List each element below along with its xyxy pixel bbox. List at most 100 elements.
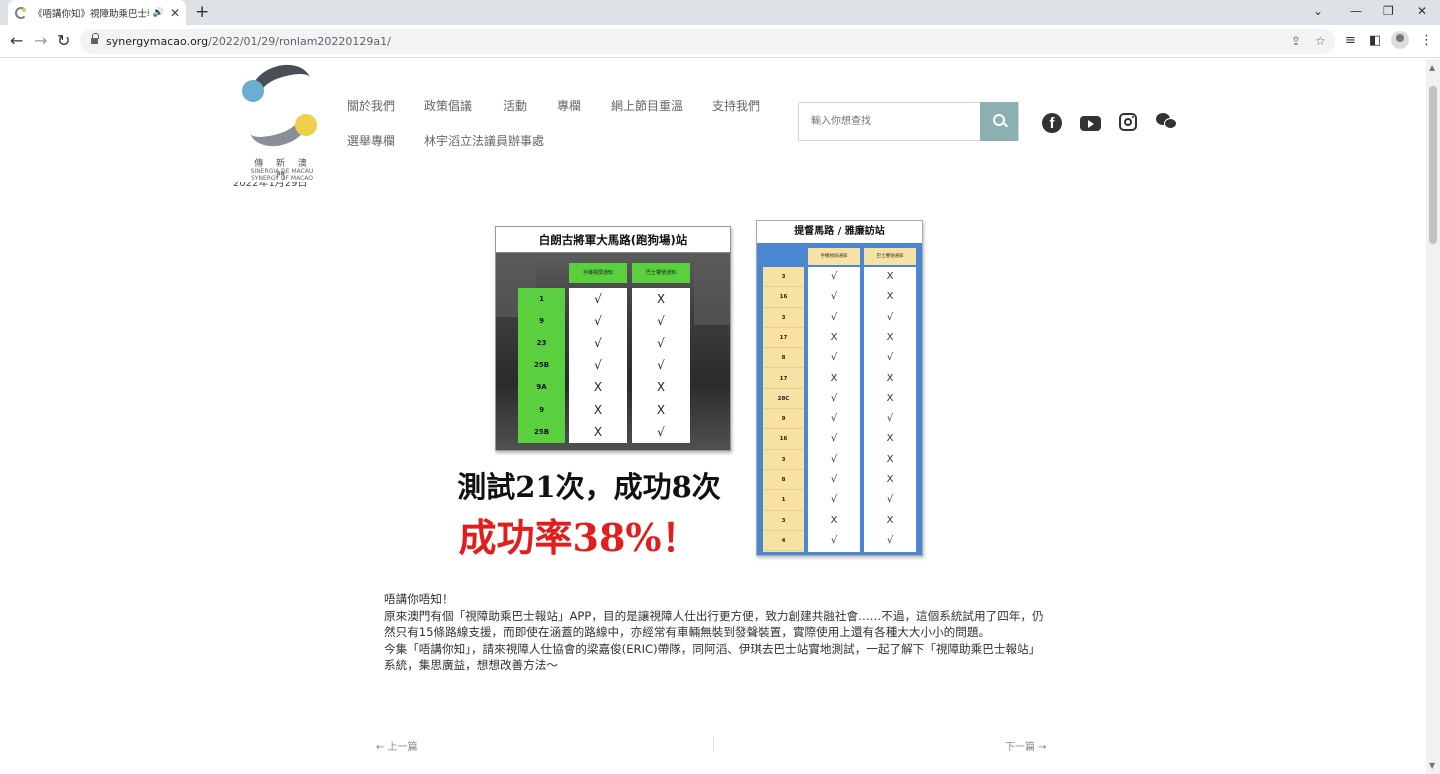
scroll-up-icon[interactable]: ▲ [1429,63,1435,72]
panel2-result-cell: X [830,372,838,384]
panel2-route-cell: 16 [763,429,804,450]
back-icon[interactable]: ← [10,32,23,50]
panel2-route-cell: 17 [763,369,804,389]
panel1-app-results: √ √ √ √ X X X [569,288,627,443]
post-nav-divider [713,736,714,752]
menu-election[interactable]: 選舉專欄 [347,132,395,149]
close-tab-icon[interactable]: ✕ [170,6,180,20]
panel1-result-cell: √ [657,424,665,439]
panel2-result-cell: √ [830,474,838,485]
panel2-result-cell: √ [886,413,894,425]
page-scrollbar[interactable]: ▲ ▼ [1426,59,1440,774]
lock-icon[interactable] [91,33,99,45]
panel2-route-cell: 3 [763,511,804,531]
tab-title: 《唔講你知》視障助乘巴士報 [33,8,149,20]
panel1-result-cell: √ [594,336,602,351]
panel2-result-cell: X [886,433,894,445]
next-post-link[interactable]: 下一篇 → [1005,738,1047,753]
toolbar: ← → ↻ synergymacao.org/2022/01/29/ronlam… [0,25,1440,58]
tab-search-chevron-icon[interactable]: ⌄ [1313,4,1323,18]
browser-tab[interactable]: 《唔講你知》視障助乘巴士報 🔊 ✕ [8,0,186,25]
panel1-route-cell: 25B [533,361,550,370]
menu-about[interactable]: 關於我們 [347,97,395,114]
panel2-result-cell: X [886,514,894,526]
panel2-routes: 3 16 3 17 8 17 28C 9 16 3 8 1 3 4 [763,267,804,552]
profile-avatar[interactable] [1391,31,1409,49]
url-text[interactable]: synergymacao.org/2022/01/29/ronlam202201… [106,35,391,48]
test-count-text: 測試21次，成功8次 [457,470,721,504]
panel2-result-cell: √ [886,311,894,323]
panel1-result-cell: √ [657,336,665,351]
menu-kebab-icon[interactable]: ⋮ [1420,33,1433,48]
search-input[interactable] [799,103,981,140]
restore-icon[interactable]: ❐ [1383,4,1394,18]
panel2-route-cell: 8 [763,348,804,369]
site-logo[interactable]: 傳 新 澳 門 SINERGIA DE MACAU SYNERGY OF MAC… [240,59,320,184]
scroll-down-icon[interactable]: ▼ [1429,761,1435,770]
menu-policy[interactable]: 政策倡議 [424,97,472,114]
share-icon[interactable]: ⇪ [1291,34,1301,48]
panel1-route-cell: 1 [539,295,544,303]
menu-columns[interactable]: 專欄 [557,97,581,114]
panel1-result-cell: X [593,424,603,439]
panel2-route-cell: 3 [763,267,804,288]
panel2-route-cell: 16 [763,287,804,308]
facebook-icon[interactable]: f [1042,113,1062,133]
panel1-route-cell: 23 [536,339,547,348]
audio-playing-icon[interactable]: 🔊 [153,8,164,18]
panel2-result-cell: √ [830,494,838,506]
panel2-result-cell: √ [830,433,838,445]
panel2-result-cell: √ [830,413,838,425]
menu-events[interactable]: 活動 [503,97,527,114]
panel2-result-cell: X [886,453,894,465]
panel2-result-cell: X [830,514,838,526]
post-date: 2022年1月29日 [233,182,308,188]
reload-icon[interactable]: ↻ [57,32,70,50]
panel1-result-cell: √ [657,358,665,373]
panel1-route-cell: 9 [539,405,544,414]
search-button[interactable] [980,102,1018,141]
scroll-thumb[interactable] [1429,86,1437,244]
panel2-route-cell: 9 [763,409,804,430]
side-panel-icon[interactable]: ◧ [1369,33,1381,48]
new-tab-icon[interactable]: + [195,2,209,22]
panel2-result-cell: √ [886,494,894,506]
panel2-title: 提督馬路 / 雅廉訪站 [757,221,922,243]
address-bar[interactable]: synergymacao.org/2022/01/29/ronlam202201… [80,29,1335,54]
close-window-icon[interactable]: ✕ [1417,4,1427,18]
panel2-app-results: √ √ √ X √ X √ √ √ √ √ √ X √ [808,267,860,552]
panel2-result-cell: X [886,372,894,384]
panel1-route-cell: 9 [539,317,544,326]
panel2-route-cell: 3 [763,308,804,328]
article-body: 唔講你唔知！ 原來澳門有個「視障助乘巴士報站」APP，目的是讓視障人仕出行更方便… [384,591,1044,674]
logo-sub-pt: SINERGIA DE MACAU [250,168,314,175]
article-paragraph: 今集「唔講你知」，請來視障人仕協會的梁嘉俊(ERIC)帶隊，同阿滔、伊琪去巴士站… [384,641,1041,673]
panel2-result-cell: √ [830,271,838,282]
wechat-icon[interactable] [1156,113,1178,131]
panel2-result-cell: X [886,271,894,282]
logo-sub-en: SYNERGY OF MACAO [250,175,313,182]
menu-support[interactable]: 支持我們 [712,97,760,114]
panel1-result-cell: X [656,380,666,395]
forward-icon[interactable]: → [34,32,47,50]
panel1-route-cell: 25B [533,427,550,436]
reading-list-icon[interactable]: ≡ [1345,33,1356,48]
panel1-result-cell: √ [594,358,602,373]
panel1-routes: 1 9 23 25B 9A 9 25B [518,288,565,443]
panel2-route-cell: 4 [763,531,804,552]
panel1-col2-header: 巴士響號通知 [632,263,690,283]
instagram-icon[interactable] [1119,113,1137,131]
panel1-result-cell: X [593,402,603,417]
panel2-route-cell: 1 [763,490,804,511]
panel2-route-cell: 28C [763,389,804,410]
previous-post-link[interactable]: ← 上一篇 [376,738,418,753]
panel2-result-cell: X [886,291,894,303]
menu-office[interactable]: 林宇滔立法議員辦事處 [424,132,544,149]
bookmark-star-icon[interactable]: ☆ [1315,34,1326,48]
panel1-route-cell: 9A [536,383,547,392]
panel2-result-cell: √ [830,453,838,465]
youtube-icon[interactable] [1080,116,1101,131]
search-box [798,102,1019,141]
menu-shows[interactable]: 網上節目重溫 [611,97,683,114]
minimize-icon[interactable]: — [1350,4,1362,18]
